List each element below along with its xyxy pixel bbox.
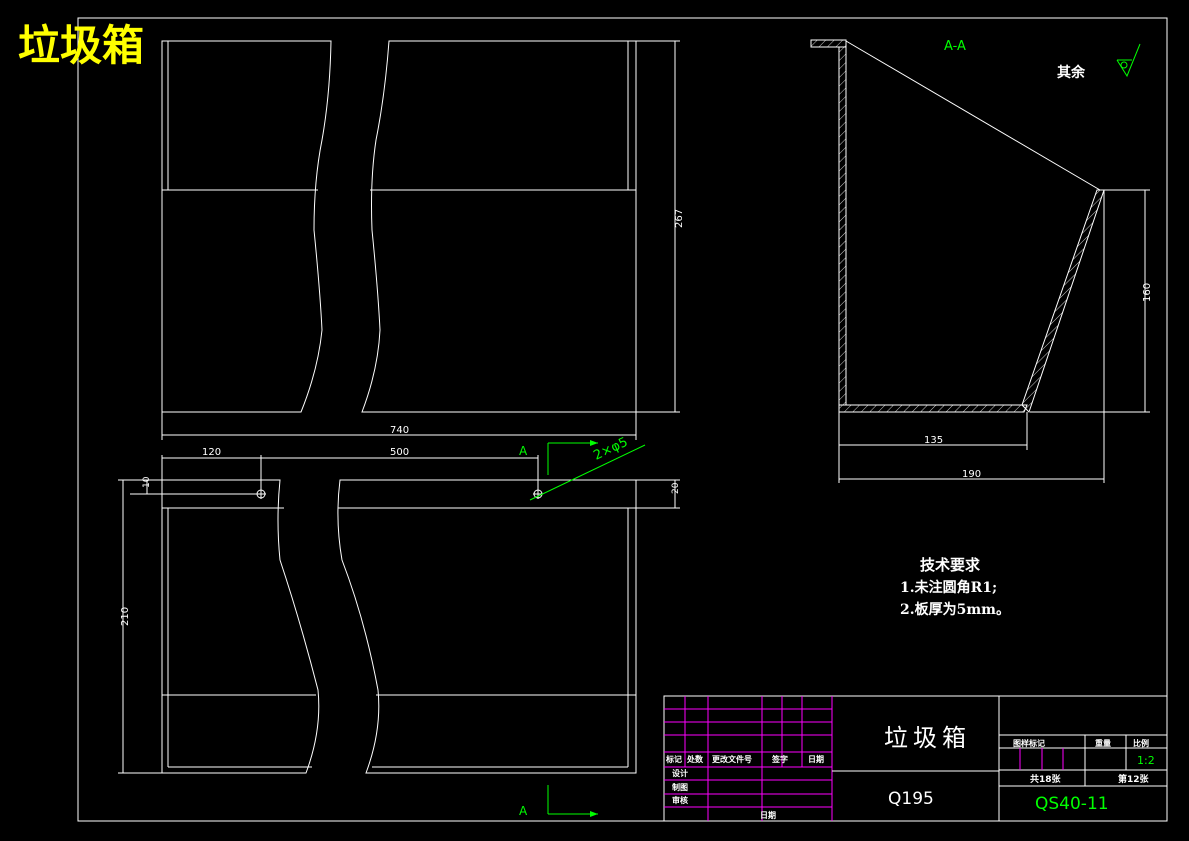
role-draw: 制图 [672,782,688,792]
dim-120: 120 [202,447,221,458]
drawing-title: 垃圾箱 [18,21,144,70]
dim-190: 190 [962,469,981,480]
weight-label: 重量 [1095,738,1111,748]
sheet-border [77,17,1168,822]
rev-header-1: 处数 [686,754,704,764]
dim-740: 740 [390,425,409,436]
drawing-sheet: 垃圾箱 267 740 120 500 10 20 210 2×φ5 A A A… [18,17,1168,822]
dim-10: 10 [142,476,152,488]
material: Q195 [888,789,934,809]
dim-160: 160 [1142,283,1153,302]
hole-note: 2×φ5 [591,435,630,464]
section-marker-bottom: A [519,804,528,818]
svg-text:1.未注圆角R1;: 1.未注圆角R1; [900,579,997,596]
rev-header-0: 标记 [665,754,682,764]
scale-value: 1:2 [1137,754,1155,767]
surface-finish-note: 其余 [1057,43,1141,81]
section-view: A-A 160 135 190 [810,39,1153,483]
title-block-part-name: 垃圾箱 [884,724,971,752]
tech-requirements: 技术要求 1.未注圆角R1; 2.板厚为5mm。 [900,556,1010,618]
section-label: A-A [944,39,966,54]
svg-text:技术要求: 技术要求 [920,556,981,574]
plan-view: 120 500 10 20 210 2×φ5 A A [118,435,681,818]
rev-header-4: 日期 [808,754,824,764]
svg-text:其余: 其余 [1057,64,1086,81]
plan-view-left-part [161,479,320,774]
dim-135: 135 [924,435,943,446]
hole-leader [529,444,646,501]
rev-header-2: 更改文件号 [712,754,752,764]
section-marker-top: A [519,444,528,458]
dim-210: 210 [120,607,131,626]
rev-header-3: 签字 [771,754,788,764]
scale-label: 比例 [1133,738,1149,748]
sheet-total: 共18张 [1030,773,1062,785]
sheet-no: 第12张 [1118,773,1150,785]
role-design: 设计 [672,768,688,778]
dim-500: 500 [390,447,409,458]
date-label: 日期 [760,810,776,820]
front-view: 267 740 [161,40,685,440]
role-review: 审核 [672,795,688,805]
dim-267: 267 [674,209,685,228]
dim-20: 20 [671,482,681,494]
svg-text:2.板厚为5mm。: 2.板厚为5mm。 [900,601,1010,618]
title-block: 标记 处数 更改文件号 签字 日期 设计 制图 审核 日期 垃圾箱 Q195 图… [663,695,1168,822]
front-view-right-part [361,40,637,413]
drawing-number: QS40-11 [1035,794,1109,814]
front-view-left-part [161,40,332,413]
stage-label: 图样标记 [1013,738,1045,748]
plan-view-right-part [337,479,637,774]
